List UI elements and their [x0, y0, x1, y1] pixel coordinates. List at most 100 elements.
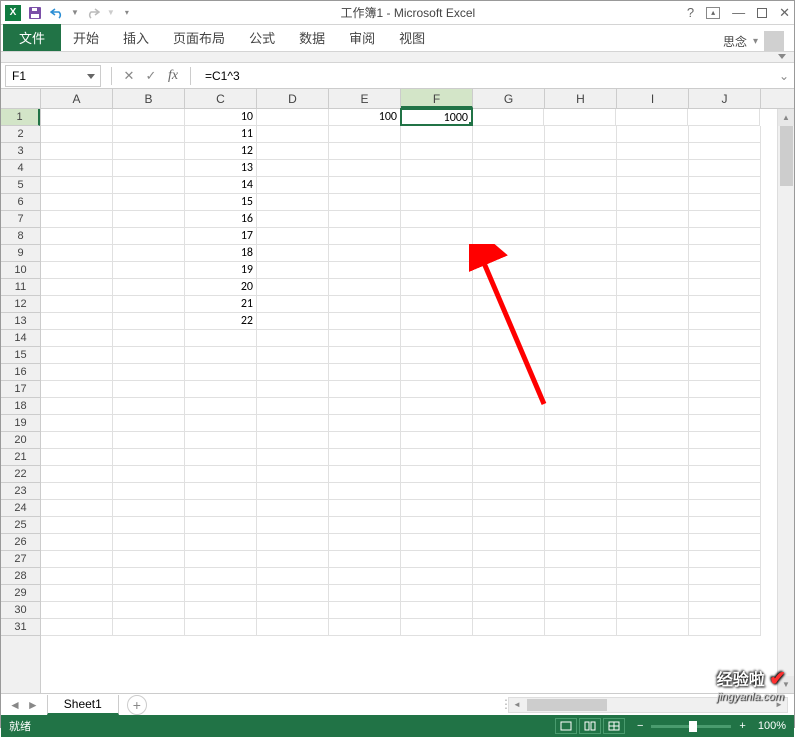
add-sheet-button[interactable]: +: [127, 695, 147, 715]
cell-D20[interactable]: [257, 432, 329, 449]
cell-D18[interactable]: [257, 398, 329, 415]
cell-H24[interactable]: [545, 500, 617, 517]
cell-B19[interactable]: [113, 415, 185, 432]
cell-G4[interactable]: [473, 160, 545, 177]
cell-D29[interactable]: [257, 585, 329, 602]
cell-H16[interactable]: [545, 364, 617, 381]
cell-I19[interactable]: [617, 415, 689, 432]
cell-J25[interactable]: [689, 517, 761, 534]
cell-D15[interactable]: [257, 347, 329, 364]
cell-E4[interactable]: [329, 160, 401, 177]
cell-C20[interactable]: [185, 432, 257, 449]
cell-F3[interactable]: [401, 143, 473, 160]
cell-D7[interactable]: [257, 211, 329, 228]
cell-I2[interactable]: [617, 126, 689, 143]
cell-E28[interactable]: [329, 568, 401, 585]
cell-G5[interactable]: [473, 177, 545, 194]
cell-J28[interactable]: [689, 568, 761, 585]
cell-A2[interactable]: [41, 126, 113, 143]
cell-A9[interactable]: [41, 245, 113, 262]
cell-I20[interactable]: [617, 432, 689, 449]
cell-H29[interactable]: [545, 585, 617, 602]
cell-B9[interactable]: [113, 245, 185, 262]
cell-D1[interactable]: [257, 109, 329, 126]
cell-J29[interactable]: [689, 585, 761, 602]
cell-F22[interactable]: [401, 466, 473, 483]
cell-B13[interactable]: [113, 313, 185, 330]
cell-G9[interactable]: [473, 245, 545, 262]
tab-prev-icon[interactable]: ◄: [9, 698, 21, 712]
cell-H14[interactable]: [545, 330, 617, 347]
cell-J27[interactable]: [689, 551, 761, 568]
cell-F31[interactable]: [401, 619, 473, 636]
row-header-10[interactable]: 10: [1, 262, 40, 279]
cell-G20[interactable]: [473, 432, 545, 449]
cell-C1[interactable]: 10: [185, 109, 257, 126]
scroll-down-icon[interactable]: ▼: [778, 676, 794, 693]
cell-D2[interactable]: [257, 126, 329, 143]
col-header-F[interactable]: F: [401, 89, 473, 108]
row-header-3[interactable]: 3: [1, 143, 40, 160]
cell-H11[interactable]: [545, 279, 617, 296]
cell-C23[interactable]: [185, 483, 257, 500]
cell-I31[interactable]: [617, 619, 689, 636]
cell-J30[interactable]: [689, 602, 761, 619]
cell-E6[interactable]: [329, 194, 401, 211]
cell-H10[interactable]: [545, 262, 617, 279]
scroll-left-icon[interactable]: ◄: [509, 700, 525, 709]
cell-C29[interactable]: [185, 585, 257, 602]
cell-F12[interactable]: [401, 296, 473, 313]
cell-C24[interactable]: [185, 500, 257, 517]
cell-E14[interactable]: [329, 330, 401, 347]
col-header-D[interactable]: D: [257, 89, 329, 108]
cell-G11[interactable]: [473, 279, 545, 296]
cell-A3[interactable]: [41, 143, 113, 160]
cell-J19[interactable]: [689, 415, 761, 432]
cell-J13[interactable]: [689, 313, 761, 330]
cell-E13[interactable]: [329, 313, 401, 330]
fill-handle[interactable]: [468, 121, 473, 126]
cell-F27[interactable]: [401, 551, 473, 568]
cell-D24[interactable]: [257, 500, 329, 517]
cell-A27[interactable]: [41, 551, 113, 568]
row-header-1[interactable]: 1: [1, 109, 40, 126]
cell-B20[interactable]: [113, 432, 185, 449]
cell-D5[interactable]: [257, 177, 329, 194]
horizontal-scrollbar[interactable]: ◄ ►: [508, 697, 788, 713]
cell-I7[interactable]: [617, 211, 689, 228]
cell-H1[interactable]: [544, 109, 616, 126]
cell-C11[interactable]: 20: [185, 279, 257, 296]
cell-G17[interactable]: [473, 381, 545, 398]
tab-file[interactable]: 文件: [3, 24, 61, 51]
row-header-31[interactable]: 31: [1, 619, 40, 636]
cell-F14[interactable]: [401, 330, 473, 347]
row-header-17[interactable]: 17: [1, 381, 40, 398]
cell-H7[interactable]: [545, 211, 617, 228]
cell-D14[interactable]: [257, 330, 329, 347]
tab-formulas[interactable]: 公式: [237, 24, 287, 51]
cell-J6[interactable]: [689, 194, 761, 211]
col-header-C[interactable]: C: [185, 89, 257, 108]
cell-H5[interactable]: [545, 177, 617, 194]
cell-G15[interactable]: [473, 347, 545, 364]
cell-B5[interactable]: [113, 177, 185, 194]
cell-A4[interactable]: [41, 160, 113, 177]
cell-C12[interactable]: 21: [185, 296, 257, 313]
cell-I26[interactable]: [617, 534, 689, 551]
cell-A21[interactable]: [41, 449, 113, 466]
cell-E8[interactable]: [329, 228, 401, 245]
cell-F20[interactable]: [401, 432, 473, 449]
cell-J8[interactable]: [689, 228, 761, 245]
cell-I8[interactable]: [617, 228, 689, 245]
cell-G6[interactable]: [473, 194, 545, 211]
cell-I4[interactable]: [617, 160, 689, 177]
cell-A1[interactable]: [41, 109, 113, 126]
cell-B7[interactable]: [113, 211, 185, 228]
tab-view[interactable]: 视图: [387, 24, 437, 51]
col-header-I[interactable]: I: [617, 89, 689, 108]
row-header-16[interactable]: 16: [1, 364, 40, 381]
cell-B14[interactable]: [113, 330, 185, 347]
cell-J10[interactable]: [689, 262, 761, 279]
cell-E26[interactable]: [329, 534, 401, 551]
cell-C3[interactable]: 12: [185, 143, 257, 160]
